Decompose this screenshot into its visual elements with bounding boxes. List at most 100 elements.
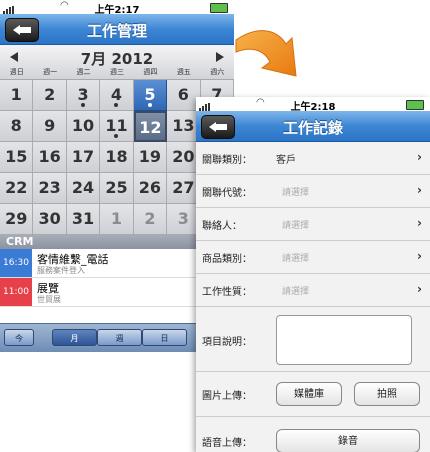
field-placeholder: 請選擇 [282,254,310,264]
calendar-day[interactable]: 2 [133,204,168,235]
event-dot-icon [81,103,86,107]
chevron-right-icon: › [417,150,422,164]
chevron-right-icon: › [417,249,422,263]
calendar-day[interactable]: 31 [66,204,101,235]
day-number: 9 [44,116,56,135]
calendar-day[interactable]: 10 [66,111,101,142]
audio-upload-row: 語音上傳： 錄音 [196,417,430,452]
battery-icon [406,100,424,110]
month-title: 7月 2012 [80,50,154,68]
day-number: 1 [10,85,22,104]
day-number: 13 [172,116,195,135]
form-row-select[interactable]: 工作性質： 請選擇 › [196,274,430,307]
nav-bar: 工作管理 [0,14,234,45]
calendar-day[interactable]: 9 [33,111,67,142]
day-number: 10 [71,116,95,135]
field-label: 商品類別： [202,254,252,265]
chevron-right-icon: › [417,282,422,296]
event-dot-icon [114,103,119,107]
day-number: 8 [10,116,22,135]
day-number: 3 [177,209,189,228]
day-number: 30 [38,209,61,228]
chevron-right-icon: › [417,183,422,197]
day-number: 16 [38,147,61,166]
calendar-day[interactable]: 22 [0,173,34,204]
take-photo-button[interactable]: 拍照 [354,382,420,406]
event-subtitle: 世貿展 [37,295,61,304]
calendar-day[interactable]: 18 [100,142,134,173]
status-bar: ◠ 上午2:18 [196,97,430,113]
day-number: 6 [177,85,189,104]
nav-title: 工作記錄 [282,119,343,137]
calendar-day-today[interactable]: 5 [133,80,168,111]
weekday-label: 週日 [9,68,24,76]
calendar-day[interactable]: 1 [100,204,134,235]
event-time: 16:30 [0,249,32,277]
day-number: 27 [172,178,195,197]
next-month-icon[interactable] [216,52,224,62]
calendar-day[interactable]: 25 [100,173,134,204]
today-button[interactable]: 今 [4,329,34,346]
calendar-day-selected[interactable]: 12 [133,111,168,142]
tab-week[interactable]: 週 [97,329,142,346]
day-number: 24 [71,178,95,197]
calendar-day[interactable]: 26 [133,173,168,204]
day-number: 23 [38,178,61,197]
form-row-select[interactable]: 商品類別： 請選擇 › [196,241,430,274]
event-subtitle: 服務案件登入 [37,266,85,275]
day-number: 11 [105,116,128,135]
day-number: 3 [77,85,89,104]
calendar-day[interactable]: 4 [100,80,134,111]
calendar-day[interactable]: 1 [0,80,34,111]
event-time: 11:00 [0,278,32,306]
event-dot-icon [147,103,152,107]
field-label: 聯絡人： [202,221,242,232]
nav-title: 工作管理 [86,22,147,40]
record-button[interactable]: 錄音 [276,429,420,452]
day-number: 26 [138,178,162,197]
media-library-button[interactable]: 媒體庫 [276,382,342,406]
form-row-select[interactable]: 關聯代號： 請選擇 › [196,175,430,208]
calendar-day[interactable]: 8 [0,111,34,142]
field-label: 關聯類別： [202,155,252,166]
day-number: 1 [110,209,123,228]
image-upload-row: 圖片上傳： 媒體庫 拍照 [196,372,430,417]
image-upload-label: 圖片上傳： [202,391,252,402]
calendar-day[interactable]: 16 [33,142,67,173]
field-label: 工作性質： [202,287,252,298]
calendar-day[interactable]: 23 [33,173,67,204]
weekday-label: 週三 [109,68,124,76]
calendar-day[interactable]: 24 [66,173,101,204]
status-bar: ◠ 上午2:17 [0,0,234,16]
field-placeholder: 請選擇 [282,188,310,198]
description-input[interactable] [276,315,412,365]
calendar-day[interactable]: 29 [0,204,34,235]
form-row-select[interactable]: 聯絡人： 請選擇 › [196,208,430,241]
event-dot-icon [114,134,119,138]
calendar-day[interactable]: 15 [0,142,34,173]
nav-bar: 工作記錄 [196,111,430,142]
calendar-day[interactable]: 2 [33,80,67,111]
day-number: 17 [71,147,95,166]
form-row-select[interactable]: 關聯類別： 客戶 › [196,142,430,175]
day-number: 29 [5,209,28,228]
day-number: 15 [5,147,28,166]
calendar-day[interactable]: 3 [66,80,101,111]
day-number: 22 [5,178,28,197]
day-number: 25 [105,178,128,197]
form-rows: 關聯類別： 客戶 › 關聯代號： 請選擇 › 聯絡人： 請選擇 › 商品類別： 請選擇 › 工作性質： 請… [196,142,430,307]
tab-day[interactable]: 日 [142,329,187,346]
day-number: 12 [139,118,162,137]
day-number: 19 [138,147,162,166]
tab-month[interactable]: 月 [52,329,97,346]
weekday-label: 週五 [176,68,191,76]
calendar-day[interactable]: 17 [66,142,101,173]
calendar-day[interactable]: 30 [33,204,67,235]
field-value: 客戶 [276,155,296,166]
calendar-day[interactable]: 19 [133,142,168,173]
weekday-label: 週二 [76,68,91,76]
calendar-day[interactable]: 11 [100,111,134,142]
weekday-labels: 週日 週一 週二 週三 週四 週五 週六 [0,67,234,77]
field-label: 關聯代號： [202,188,252,199]
weekday-label: 週一 [43,68,58,76]
